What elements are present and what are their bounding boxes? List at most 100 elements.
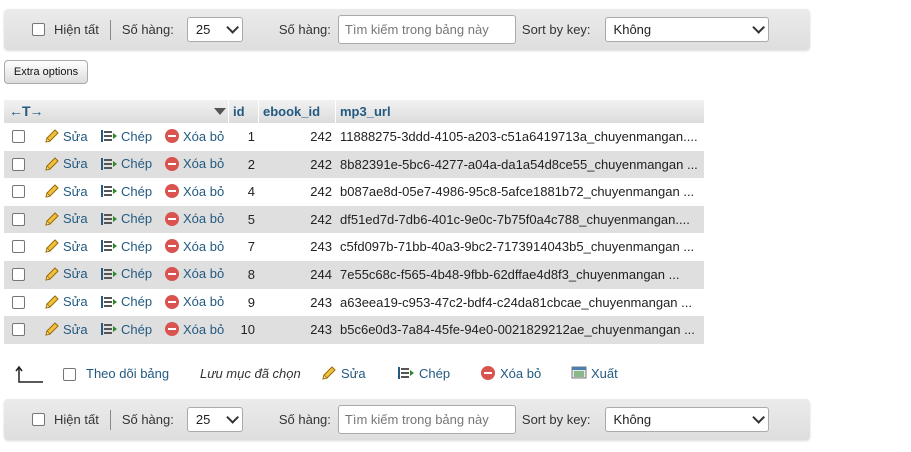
sort-by-key-select[interactable]: Không <box>604 17 769 42</box>
table-search-input[interactable]: Tìm kiếm trong bảng này <box>337 15 516 44</box>
table-row[interactable]: Sửa Chép Xóa bỏ 7 243 c5fd097b-71bb-40a3… <box>4 233 704 261</box>
cell-ebook-id[interactable]: 243 <box>262 322 332 337</box>
table-row[interactable]: Sửa Chép Xóa bỏ 8 244 7e55c68c-f565-4b48… <box>4 260 704 289</box>
copy-row-button[interactable]: Chép <box>100 238 152 254</box>
cell-ebook-id[interactable]: 242 <box>262 157 332 172</box>
row-checkbox[interactable] <box>12 212 25 226</box>
cell-mp3-url[interactable]: c5fd097b-71bb-40a3-9bc2-7173914043b5_chu… <box>340 239 704 254</box>
delete-row-button[interactable]: Xóa bỏ <box>164 156 224 172</box>
show-all-control[interactable]: Hiện tất <box>32 412 99 427</box>
cell-id[interactable]: 10 <box>233 322 255 337</box>
edit-row-button[interactable]: Sửa <box>44 294 88 310</box>
edit-row-button[interactable]: Sửa <box>44 238 88 254</box>
cell-mp3-url[interactable]: b087ae8d-05e7-4986-95c8-5afce1881b72_chu… <box>340 184 704 199</box>
check-all-label[interactable]: Theo dõi bảng <box>86 366 169 381</box>
chevron-down-icon <box>751 21 765 34</box>
rows-select[interactable]: 25 <box>186 407 243 432</box>
delete-label: Xóa bỏ <box>183 211 225 227</box>
cell-id[interactable]: 7 <box>233 239 255 254</box>
column-header-id[interactable]: id <box>233 104 245 119</box>
bulk-copy-button[interactable]: Chép <box>397 365 450 381</box>
cell-id[interactable]: 1 <box>233 129 255 144</box>
copy-row-button[interactable]: Chép <box>100 211 152 227</box>
row-checkbox[interactable] <box>12 157 25 171</box>
show-all-label[interactable]: Hiện tất <box>54 22 99 37</box>
edit-row-button[interactable]: Sửa <box>44 156 88 172</box>
column-expand-arrows-icon[interactable]: ←T→ <box>9 103 44 119</box>
table-search-input[interactable]: Tìm kiếm trong bảng này <box>337 405 516 434</box>
delete-icon <box>165 156 179 171</box>
copy-row-button[interactable]: Chép <box>100 183 152 199</box>
cell-mp3-url[interactable]: 7e55c68c-f565-4b48-9fbb-62dffae4d8f3_chu… <box>340 267 704 282</box>
cell-ebook-id[interactable]: 242 <box>262 184 332 199</box>
cell-id[interactable]: 4 <box>233 184 255 199</box>
table-row[interactable]: Sửa Chép Xóa bỏ 4 242 b087ae8d-05e7-4986… <box>4 178 704 206</box>
sort-by-key-select[interactable]: Không <box>604 407 769 432</box>
cell-id[interactable]: 8 <box>233 267 255 282</box>
cell-id[interactable]: 5 <box>233 212 255 227</box>
check-all-checkbox[interactable] <box>63 368 76 381</box>
table-row[interactable]: Sửa Chép Xóa bỏ 2 242 8b82391e-5bc6-4277… <box>4 150 704 179</box>
edit-label: Sửa <box>63 266 88 282</box>
bulk-delete-button[interactable]: Xóa bỏ <box>480 365 541 381</box>
sort-down-icon[interactable] <box>214 108 226 115</box>
show-all-checkbox[interactable] <box>32 413 45 426</box>
cell-id[interactable]: 9 <box>233 295 255 310</box>
delete-row-button[interactable]: Xóa bỏ <box>164 294 224 310</box>
search-label: Số hàng: <box>278 412 331 427</box>
row-checkbox[interactable] <box>12 130 25 143</box>
cell-ebook-id[interactable]: 242 <box>262 212 332 227</box>
copy-row-button[interactable]: Chép <box>100 266 152 282</box>
copy-row-button[interactable]: Chép <box>100 321 152 337</box>
delete-icon <box>165 184 179 199</box>
row-checkbox[interactable] <box>12 323 25 337</box>
cell-ebook-id[interactable]: 243 <box>262 295 332 310</box>
cell-mp3-url[interactable]: 8b82391e-5bc6-4277-a04a-da1a54d8ce55_chu… <box>340 157 704 172</box>
row-checkbox[interactable] <box>12 267 25 281</box>
column-header-ebook-id[interactable]: ebook_id <box>263 104 320 119</box>
delete-row-button[interactable]: Xóa bỏ <box>164 183 224 199</box>
extra-options-button[interactable]: Extra options <box>4 60 88 84</box>
edit-row-button[interactable]: Sửa <box>44 211 88 227</box>
bulk-export-button[interactable]: Xuất <box>571 365 618 381</box>
row-checkbox[interactable] <box>12 295 25 309</box>
delete-row-button[interactable]: Xóa bỏ <box>164 266 224 282</box>
show-all-checkbox[interactable] <box>32 23 45 36</box>
edit-row-button[interactable]: Sửa <box>44 266 88 282</box>
cell-mp3-url[interactable]: b5c6e0d3-7a84-45fe-94e0-0021829212ae_chu… <box>340 322 704 337</box>
cell-id[interactable]: 2 <box>233 157 255 172</box>
cell-ebook-id[interactable]: 243 <box>262 239 332 254</box>
copy-rows-icon <box>101 130 117 142</box>
delete-row-button[interactable]: Xóa bỏ <box>164 128 224 144</box>
copy-row-button[interactable]: Chép <box>100 128 152 144</box>
show-all-control[interactable]: Hiện tất <box>32 22 99 37</box>
cell-mp3-url[interactable]: 11888275-3ddd-4105-a203-c51a6419713a_chu… <box>340 129 704 144</box>
row-checkbox[interactable] <box>12 185 25 199</box>
copy-row-button[interactable]: Chép <box>100 294 152 310</box>
delete-row-button[interactable]: Xóa bỏ <box>164 211 224 227</box>
bulk-edit-button[interactable]: Sửa <box>321 365 366 381</box>
delete-row-button[interactable]: Xóa bỏ <box>164 321 224 337</box>
table-row[interactable]: Sửa Chép Xóa bỏ 9 243 a63eea19-c953-47c2… <box>4 288 704 317</box>
row-checkbox[interactable] <box>12 240 25 254</box>
delete-row-button[interactable]: Xóa bỏ <box>164 238 224 254</box>
edit-row-button[interactable]: Sửa <box>44 128 88 144</box>
edit-row-button[interactable]: Sửa <box>44 321 88 337</box>
cell-ebook-id[interactable]: 242 <box>262 129 332 144</box>
table-row[interactable]: Sửa Chép Xóa bỏ 1 242 11888275-3ddd-4105… <box>4 123 704 151</box>
table-row[interactable]: Sửa Chép Xóa bỏ 5 242 df51ed7d-7db6-401c… <box>4 205 704 234</box>
search-placeholder: Tìm kiếm trong bảng này <box>344 412 489 427</box>
cell-ebook-id[interactable]: 244 <box>262 267 332 282</box>
pencil-icon <box>45 239 59 254</box>
rows-select[interactable]: 25 <box>186 17 243 42</box>
delete-label: Xóa bỏ <box>183 156 225 172</box>
copy-row-button[interactable]: Chép <box>100 156 152 172</box>
cell-mp3-url[interactable]: df51ed7d-7db6-401c-9e0c-7b75f0a4c788_chu… <box>340 212 704 227</box>
chevron-down-icon <box>751 411 765 424</box>
column-header-mp3-url[interactable]: mp3_url <box>340 104 391 119</box>
edit-label: Sửa <box>63 211 88 227</box>
edit-row-button[interactable]: Sửa <box>44 183 88 199</box>
table-row[interactable]: Sửa Chép Xóa bỏ 10 243 b5c6e0d3-7a84-45f… <box>4 316 704 344</box>
show-all-label[interactable]: Hiện tất <box>54 412 99 427</box>
cell-mp3-url[interactable]: a63eea19-c953-47c2-bdf4-c24da81cbcae_chu… <box>340 295 704 310</box>
